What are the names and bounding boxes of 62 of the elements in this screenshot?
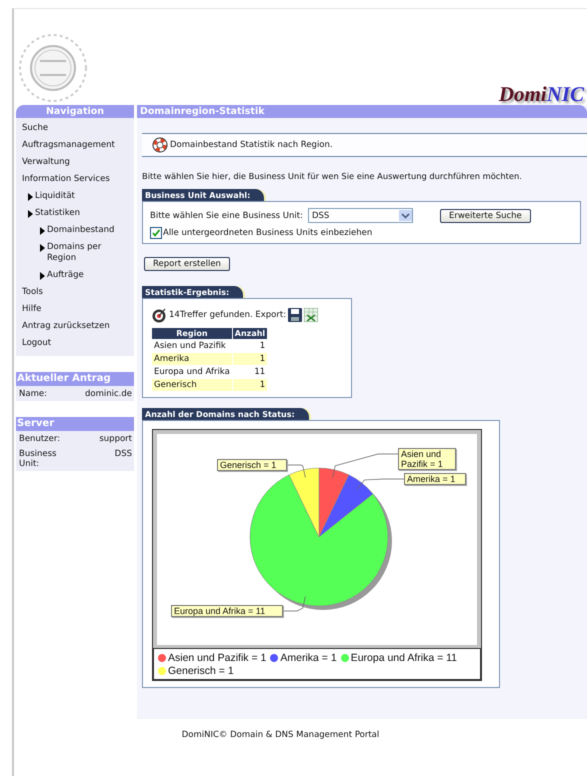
nav-link[interactable]: Liquidität <box>35 191 75 202</box>
checkbox-label: Alle untergeordneten Business Units einbeziehen <box>163 228 372 238</box>
legend-label: Generisch = 1 <box>168 665 234 677</box>
column-header: Region <box>152 328 232 339</box>
table-cell: Amerika <box>152 353 232 365</box>
nav-link[interactable]: Logout <box>22 338 52 349</box>
slice-label: Asien und Pazifik = 1 <box>398 448 456 470</box>
nav-link[interactable]: Antrag zurücksetzen <box>22 321 110 332</box>
table-cell-text: 11 <box>253 366 266 378</box>
nav-link[interactable]: Statistiken <box>35 208 80 219</box>
select-label: Bitte wählen Sie eine Business Unit: <box>150 210 303 220</box>
table-cell: 1 <box>232 353 268 365</box>
checkbox[interactable] <box>150 227 162 239</box>
legend-label: Europa und Afrika = 11 <box>350 652 458 664</box>
nav-link[interactable]: Verwaltung <box>22 157 70 168</box>
advanced-search-button[interactable]: Erweiterte Suche <box>440 208 531 222</box>
table-cell: 1 <box>232 379 268 391</box>
navigation-header: Navigation <box>16 105 134 118</box>
slice-label: Amerika = 1 <box>404 473 466 485</box>
nav-link[interactable]: Aufträge <box>47 270 84 281</box>
table-cell-text: Europa und Afrika <box>153 366 231 378</box>
caret-icon <box>40 244 45 252</box>
slice-label: Generisch = 1 <box>217 459 287 471</box>
caret-icon <box>40 272 45 280</box>
table-cell-text: 1 <box>258 340 266 352</box>
business-unit-select[interactable]: DSS <box>308 208 413 223</box>
spreadsheet-icon[interactable] <box>304 308 318 322</box>
report-button[interactable]: Report erstellen <box>144 257 230 271</box>
field-label: Benutzer: <box>19 434 62 444</box>
field-value: DSS <box>114 449 132 461</box>
panel-header: Aktueller Antrag <box>16 372 134 386</box>
page-title: Domainregion-Statistik <box>137 105 587 118</box>
caret-icon <box>28 193 33 201</box>
panel-header: Server <box>16 417 134 431</box>
nav-link[interactable]: Suche <box>22 123 48 134</box>
caret-icon <box>40 227 45 235</box>
legend-label: Amerika = 1 <box>280 652 337 664</box>
nav-link[interactable]: Hilfe <box>22 304 42 315</box>
target-icon <box>151 307 167 323</box>
field-label: Business Unit: <box>19 449 58 469</box>
save-icon[interactable] <box>288 308 302 322</box>
column-header: Anzahl <box>232 328 268 339</box>
instruction-text: Bitte wählen Sie hier, die Business Unit für wen Sie eine Auswertung durchführen möchten. <box>142 171 523 181</box>
brand-logo: DomiNIC <box>498 82 584 107</box>
nav-link[interactable]: Domains per Region <box>47 242 111 264</box>
nav-link[interactable]: Auftragsmanagement <box>22 140 115 151</box>
legend-label: Asien und Pazifik = 1 <box>168 652 266 664</box>
caret-icon <box>28 210 33 218</box>
field-value: dominic.de <box>85 389 132 399</box>
intro-text: Domainbestand Statistik nach Region. <box>170 140 333 150</box>
seal-logo <box>18 33 88 103</box>
result-summary: 14Treffer gefunden. Export: <box>169 310 286 320</box>
nav-link[interactable]: Information Services <box>22 174 110 185</box>
chevron-icon[interactable] <box>398 210 412 221</box>
table-cell-text: Asien und Pazifik <box>153 340 227 352</box>
slice-label: Europa und Afrika = 11 <box>171 605 283 617</box>
footer-text: DomiNIC© Domain & DNS Management Portal <box>180 730 380 740</box>
lifebuoy-icon <box>152 137 168 153</box>
field-value: support <box>99 434 132 444</box>
field-label: Name: <box>19 389 48 399</box>
table-cell: Generisch <box>152 379 232 391</box>
nav-link[interactable]: Tools <box>22 287 43 298</box>
